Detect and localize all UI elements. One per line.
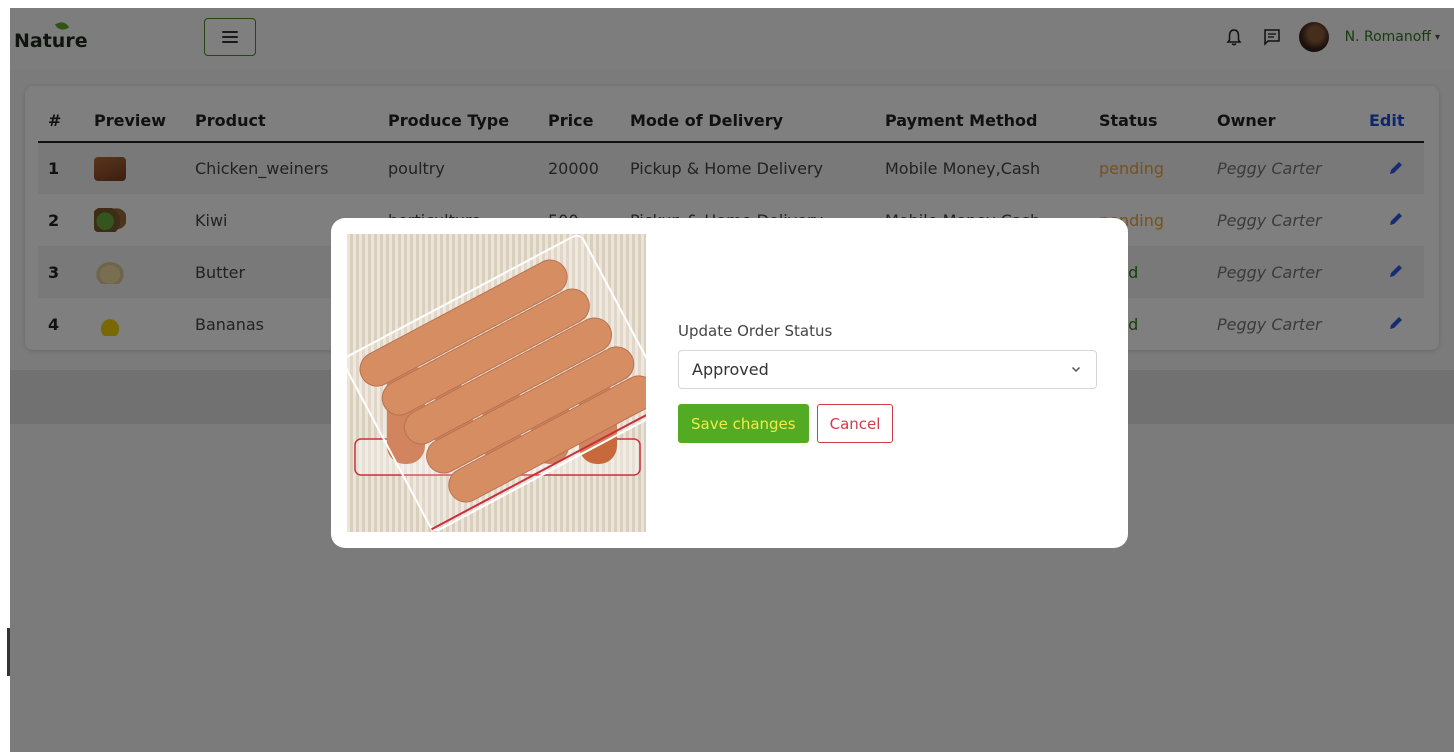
modal-actions: Save changes Cancel <box>678 404 1098 443</box>
order-status-select[interactable]: Approved <box>678 350 1097 389</box>
order-status-label: Update Order Status <box>678 322 833 340</box>
cancel-button[interactable]: Cancel <box>816 404 894 443</box>
save-changes-button[interactable]: Save changes <box>678 404 809 443</box>
update-order-modal: Update Order Status Approved Save change… <box>331 218 1128 548</box>
order-status-form: Update Order Status Approved Save change… <box>678 322 1098 443</box>
chevron-down-icon <box>1071 366 1081 373</box>
product-image <box>347 234 646 532</box>
selected-status: Approved <box>692 360 769 379</box>
